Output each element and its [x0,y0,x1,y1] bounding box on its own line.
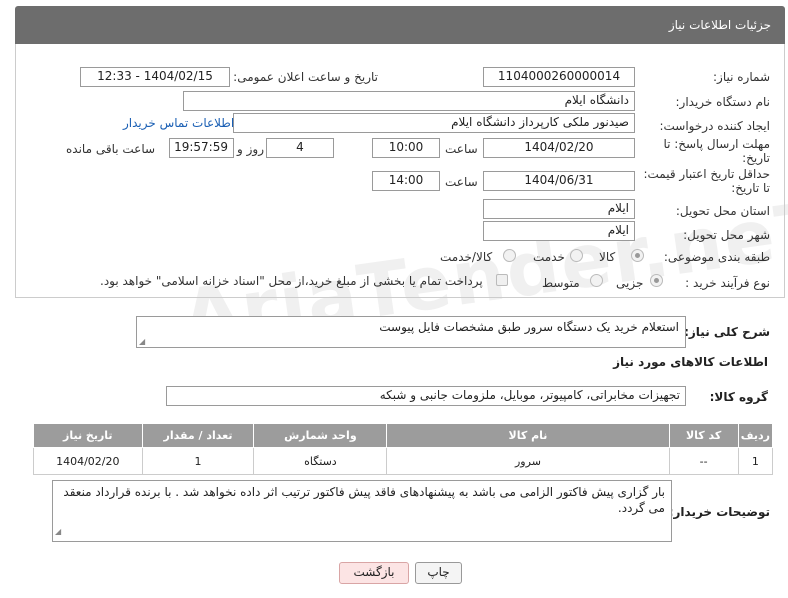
back-button[interactable]: بازگشت [339,562,409,584]
validity-label-2: تا تاریخ: [731,181,770,195]
category-option-service: خدمت [533,250,565,264]
province-label: استان محل تحویل: [675,204,770,218]
table-row: 1 -- سرور دستگاه 1 1404/02/20 [33,447,774,475]
process-option-minor: جزیی [616,276,644,290]
col-row: ردیف [737,423,774,448]
col-code: کد کالا [668,423,739,448]
category-radio-service[interactable] [570,249,583,262]
goods-section-title: اطلاعات کالاهای مورد نیاز [613,355,768,369]
announce-field: 1404/02/15 - 12:33 [80,67,230,87]
summary-label: شرح کلی نیاز: [684,325,770,339]
treasury-payment-note: پرداخت تمام یا بخشی از مبلغ خرید،از محل … [100,274,483,288]
remaining-time-field: 19:57:59 [169,138,234,158]
creator-field: صیدنور ملکی کارپرداز دانشگاه ایلام [233,113,635,133]
deadline-time-label: ساعت [445,142,478,156]
province-field: ایلام [483,199,635,219]
treasury-payment-checkbox[interactable] [496,274,508,286]
announce-label: تاریخ و ساعت اعلان عمومی: [233,70,378,84]
process-option-medium: متوسط [542,276,580,290]
notes-label: توضیحات خریدار: [668,505,770,519]
deadline-date-field: 1404/02/20 [483,138,635,158]
city-label: شهر محل تحویل: [683,228,770,242]
category-option-goods: کالا [599,250,616,264]
process-radio-minor[interactable] [650,274,663,287]
days-label: روز و [237,142,264,156]
resize-grip-icon[interactable]: ◢ [55,524,61,540]
validity-date-field: 1404/06/31 [483,171,635,191]
cell-date: 1404/02/20 [33,447,143,475]
goods-table: ردیف کد کالا نام کالا واحد شمارش تعداد /… [33,423,774,475]
deadline-time-field: 10:00 [372,138,440,158]
validity-time-label: ساعت [445,175,478,189]
cell-code: -- [668,447,739,475]
validity-time-field: 14:00 [372,171,440,191]
deadline-label-2: تاریخ: [742,151,770,165]
print-button[interactable]: چاپ [415,562,462,584]
need-number-label: شماره نیاز: [713,70,770,84]
creator-label: ایجاد کننده درخواست: [659,119,770,133]
resize-grip-icon[interactable]: ◢ [139,337,145,346]
panel-header: جزئیات اطلاعات نیاز [15,6,785,44]
category-radio-goods-service[interactable] [503,249,516,262]
cell-name: سرور [386,447,670,475]
process-radio-medium[interactable] [590,274,603,287]
city-field: ایلام [483,221,635,241]
notes-textarea[interactable]: بار گزاری پیش فاکتور الزامی می باشد به پ… [52,480,672,542]
col-date: تاریخ نیاز [33,423,143,448]
deadline-label: مهلت ارسال پاسخ: تا [663,137,770,151]
buyer-org-label: نام دستگاه خریدار: [675,95,771,109]
remaining-label: ساعت باقی مانده [66,142,156,156]
buyer-org-field: دانشگاه ایلام [183,91,635,111]
process-label: نوع فرآیند خرید : [685,276,770,290]
cell-unit: دستگاه [253,447,388,475]
table-header-row: ردیف کد کالا نام کالا واحد شمارش تعداد /… [33,423,774,448]
col-qty: تعداد / مقدار [141,423,255,448]
category-label: طبقه بندی موضوعی: [663,250,770,264]
summary-textarea[interactable]: استعلام خرید یک دستگاه سرور طبق مشخصات ف… [136,316,686,348]
contact-info-link[interactable]: اطلاعات تماس خریدار [123,116,234,130]
summary-text: استعلام خرید یک دستگاه سرور طبق مشخصات ف… [379,320,679,334]
col-unit: واحد شمارش [253,423,388,448]
goods-group-label: گروه کالا: [709,390,768,404]
days-field: 4 [266,138,334,158]
col-name: نام کالا [386,423,670,448]
need-number-field: 1104000260000014 [483,67,635,87]
cell-row: 1 [737,447,774,475]
category-radio-goods[interactable] [631,249,644,262]
panel-title: جزئیات اطلاعات نیاز [668,18,771,32]
validity-label: حداقل تاریخ اعتبار قیمت: [643,167,770,181]
category-option-goods-service: کالا/خدمت [440,250,493,264]
goods-group-field: تجهیزات مخابراتی، کامپیوتر، موبایل، ملزو… [166,386,686,406]
cell-qty: 1 [141,447,255,475]
notes-text: بار گزاری پیش فاکتور الزامی می باشد به پ… [63,485,665,515]
